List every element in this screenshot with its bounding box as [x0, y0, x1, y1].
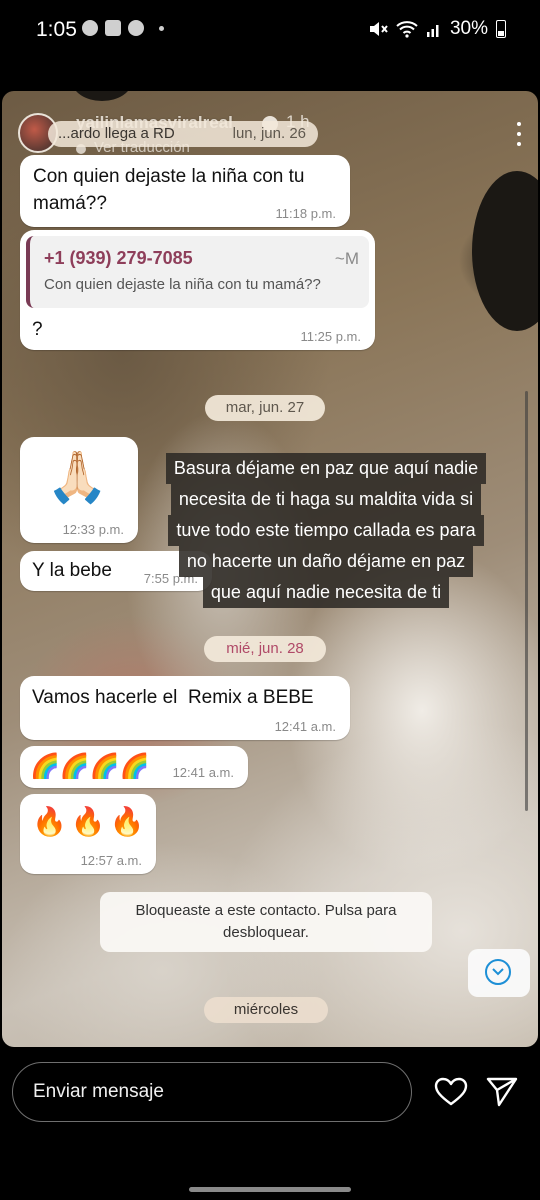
clock: 1:05 — [36, 18, 77, 41]
date-separator: mar, jun. 27 — [205, 395, 325, 421]
message-fragment: ...ardo llega a RD lun, jun. 26 — [48, 121, 318, 147]
quoted-marker: ~M — [334, 249, 359, 268]
chat-scrollbar — [525, 391, 528, 811]
message-text: Y la bebe — [32, 560, 112, 581]
emoji-message-bubble[interactable]: 🌈🌈🌈🌈 12:41 a.m. — [20, 746, 248, 788]
mute-icon — [369, 22, 388, 36]
battery-icon — [496, 20, 506, 38]
message-time: 11:25 p.m. — [300, 329, 361, 344]
chevron-down-icon — [485, 959, 511, 985]
message-time: 12:33 p.m. — [62, 522, 124, 537]
quoted-text: Con quien dejaste la niña con tu mamá?? — [44, 276, 321, 293]
quoted-message[interactable]: +1 (939) 279-7085 ~M Con quien dejaste l… — [26, 236, 369, 308]
message-text: ? — [32, 319, 43, 340]
message-bubble[interactable]: Con quien dejaste la niña con tu mamá?? … — [20, 155, 350, 227]
message-text: Vamos hacerle el Remix a BEBE — [32, 687, 314, 708]
more-options-icon[interactable] — [516, 122, 522, 146]
heart-icon[interactable] — [434, 1077, 468, 1107]
caption-line: Basura déjame en paz que aquí nadie — [165, 453, 487, 484]
whatsapp-icon — [82, 20, 98, 36]
hat-ear-shape-left — [72, 91, 132, 101]
message-input[interactable]: Enviar mensaje — [12, 1062, 412, 1122]
more-notifications-dot — [159, 25, 164, 31]
reply-message-bubble[interactable]: +1 (939) 279-7085 ~M Con quien dejaste l… — [20, 230, 375, 350]
signal-icon — [426, 25, 439, 37]
rainbow-emoji: 🌈🌈🌈🌈 — [30, 753, 150, 780]
battery-percent: 30% — [449, 18, 488, 39]
message-time: 12:57 a.m. — [80, 853, 142, 868]
system-indicators: 30% — [368, 18, 506, 40]
date-separator: miércoles — [204, 997, 328, 1023]
caption-line: necesita de ti haga su maldita vida si — [170, 484, 482, 515]
gallery-icon — [105, 20, 121, 36]
blocked-contact-notice[interactable]: Bloqueaste a este contacto. Pulsa para d… — [100, 892, 432, 952]
caption-line: que aquí nadie necesita de ti — [202, 577, 450, 608]
caption-line: tuve todo este tiempo callada es para — [168, 515, 484, 546]
gesture-bar[interactable] — [189, 1187, 351, 1192]
message-time: 12:41 a.m. — [172, 765, 234, 780]
emoji-message-bubble[interactable]: 🔥🔥🔥 12:57 a.m. — [20, 794, 156, 874]
message-time: 11:18 p.m. — [275, 206, 336, 221]
notification-icons — [82, 20, 164, 36]
status-bar: 1:05 30% — [0, 0, 540, 60]
message-time: 12:41 a.m. — [274, 719, 336, 734]
emoji-message-bubble[interactable]: 🙏🏻 12:33 p.m. — [20, 437, 138, 543]
send-icon[interactable] — [486, 1077, 518, 1107]
scroll-down-button[interactable] — [468, 949, 530, 997]
fire-emoji: 🔥🔥🔥 — [32, 806, 149, 837]
date-separator: mié, jun. 28 — [204, 636, 326, 662]
story-caption: Basura déjame en paz que aquí nadie nece… — [160, 453, 492, 608]
wifi-icon — [396, 21, 418, 38]
hat-ear-shape — [472, 171, 538, 331]
facebook-icon — [128, 20, 144, 36]
story-reply-bar: Enviar mensaje — [0, 1050, 540, 1200]
message-bubble[interactable]: Vamos hacerle el Remix a BEBE 12:41 a.m. — [20, 676, 350, 740]
quoted-sender: +1 (939) 279-7085 — [44, 248, 193, 268]
caption-line: no hacerte un daño déjame en paz — [178, 546, 474, 577]
praying-hands-emoji: 🙏🏻 — [46, 449, 109, 505]
